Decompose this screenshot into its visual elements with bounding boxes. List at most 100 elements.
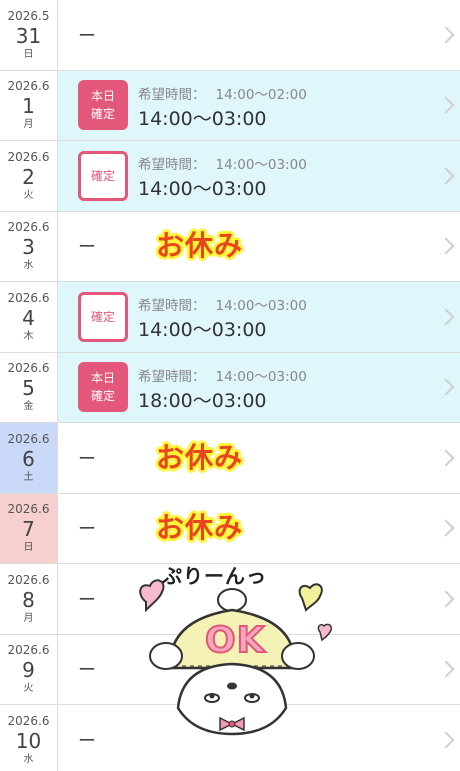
weekday: 水 — [23, 753, 34, 765]
day-row-jun-6[interactable]: 2026.6 6 土 ー お休み — [0, 423, 460, 494]
date-cell: 2026.6 7 日 — [0, 493, 58, 563]
day-number: 6 — [22, 446, 35, 471]
pudding-top — [217, 588, 247, 612]
day-off-label: お休み — [156, 511, 244, 545]
weekday: 土 — [23, 471, 34, 483]
weekday: 火 — [23, 189, 34, 201]
chevron-right-icon — [437, 96, 455, 114]
requested-time-label: 希望時間： — [138, 368, 206, 385]
weekday: 月 — [23, 119, 34, 131]
weekday: 火 — [23, 683, 34, 695]
no-shift-dash: ー — [78, 448, 96, 470]
date-cell: 2026.6 3 水 — [0, 211, 58, 281]
right-paw — [281, 642, 315, 670]
weekday: 月 — [23, 612, 34, 624]
day-number: 1 — [22, 94, 35, 119]
badge-line: 本日 — [90, 89, 115, 104]
chevron-right-icon — [437, 449, 455, 467]
chevron-right-icon — [437, 237, 455, 255]
day-row-jun-1[interactable]: 2026.6 1 月 本日 確定 希望時間： 14:00〜02:00 14:00〜… — [0, 70, 460, 141]
day-row-may-31[interactable]: 2026.5 31 日 ー — [0, 0, 460, 71]
requested-time: 希望時間： 14:00〜02:00 — [138, 83, 307, 103]
year-month: 2026.6 — [7, 361, 50, 376]
day-number: 7 — [22, 517, 35, 542]
requested-time-value: 14:00〜03:00 — [215, 157, 307, 173]
date-cell: 2026.6 9 火 — [0, 634, 58, 704]
day-number: 9 — [22, 658, 35, 683]
shift-time: 18:00〜03:00 — [138, 389, 267, 412]
requested-time-value: 14:00〜02:00 — [215, 86, 307, 103]
shift-time: 14:00〜03:00 — [138, 107, 267, 130]
date-cell: 2026.6 8 月 — [0, 564, 58, 634]
pink-heart-icon — [139, 579, 165, 613]
no-shift-dash: ー — [78, 730, 96, 752]
chevron-right-icon — [437, 308, 455, 326]
small-pink-heart-icon — [317, 623, 333, 642]
confirmed-badge: 確定 — [78, 150, 128, 201]
requested-time-label: 希望時間： — [138, 157, 206, 173]
year-month: 2026.6 — [7, 431, 50, 446]
year-month: 2026.6 — [7, 572, 50, 587]
requested-time: 希望時間： 14:00〜03:00 — [138, 153, 307, 173]
shift-time: 14:00〜03:00 — [138, 319, 267, 341]
date-cell: 2026.6 4 木 — [0, 282, 58, 352]
year-month: 2026.6 — [7, 643, 50, 658]
weekday: 金 — [23, 401, 34, 413]
requested-time-label: 希望時間： — [138, 86, 206, 103]
sticker-ok-text: OK — [204, 619, 266, 662]
badge-line: 確定 — [90, 168, 115, 183]
day-number: 8 — [22, 587, 35, 612]
badge-line: 確定 — [90, 389, 115, 404]
no-shift-dash: ー — [78, 660, 96, 682]
weekday: 日 — [23, 542, 34, 554]
date-cell: 2026.6 6 土 — [0, 423, 58, 493]
year-month: 2026.6 — [7, 713, 50, 728]
confirmed-badge: 確定 — [78, 291, 128, 342]
year-month: 2026.6 — [7, 149, 50, 164]
chevron-right-icon — [437, 26, 455, 44]
date-cell: 2026.6 2 火 — [0, 141, 58, 211]
date-cell: 2026.6 1 月 — [0, 70, 58, 140]
year-month: 2026.6 — [7, 220, 50, 235]
weekday: 日 — [23, 48, 34, 60]
day-row-jun-7[interactable]: 2026.6 7 日 ー お休み — [0, 493, 460, 564]
weekday: 木 — [23, 330, 34, 342]
date-cell: 2026.6 5 金 — [0, 352, 58, 422]
requested-time: 希望時間： 14:00〜03:00 — [138, 294, 307, 314]
day-row-jun-3[interactable]: 2026.6 3 水 ー お休み — [0, 211, 460, 282]
day-row-jun-2[interactable]: 2026.6 2 火 確定 希望時間： 14:00〜03:00 14:00〜03:… — [0, 141, 460, 212]
day-number: 31 — [15, 23, 42, 48]
no-shift-dash: ー — [78, 589, 96, 611]
chevron-right-icon — [437, 167, 455, 185]
day-row-jun-5[interactable]: 2026.6 5 金 本日 確定 希望時間： 14:00〜03:00 18:00〜… — [0, 352, 460, 423]
sticker-caption: ぷりーんっ — [162, 564, 267, 588]
badge-line: 確定 — [90, 107, 115, 122]
yellow-heart-icon — [298, 583, 323, 612]
requested-time: 希望時間： 14:00〜03:00 — [138, 365, 307, 385]
year-month: 2026.6 — [7, 502, 50, 517]
chevron-right-icon — [437, 378, 455, 396]
chevron-right-icon — [437, 731, 455, 749]
no-shift-dash: ー — [78, 237, 96, 259]
left-paw — [149, 642, 183, 670]
requested-time-value: 14:00〜03:00 — [215, 368, 307, 385]
day-off-label: お休み — [156, 229, 244, 263]
chevron-right-icon — [437, 590, 455, 608]
day-number: 5 — [22, 376, 35, 401]
badge-line: 確定 — [90, 309, 115, 324]
day-number: 4 — [22, 305, 35, 330]
year-month: 2026.5 — [7, 8, 50, 23]
shift-time: 14:00〜03:00 — [138, 178, 267, 200]
requested-time-label: 希望時間： — [138, 298, 206, 314]
year-month: 2026.6 — [7, 290, 50, 305]
no-shift-dash: ー — [78, 519, 96, 541]
weekday: 水 — [23, 260, 34, 272]
day-number: 2 — [22, 164, 35, 189]
confirmed-today-badge: 本日 確定 — [78, 362, 128, 413]
badge-line: 本日 — [90, 371, 115, 386]
chevron-right-icon — [437, 660, 455, 678]
day-row-jun-4[interactable]: 2026.6 4 木 確定 希望時間： 14:00〜03:00 14:00〜03:… — [0, 282, 460, 353]
no-shift-dash: ー — [78, 25, 96, 47]
confirmed-today-badge: 本日 確定 — [78, 80, 128, 131]
year-month: 2026.6 — [7, 79, 50, 94]
